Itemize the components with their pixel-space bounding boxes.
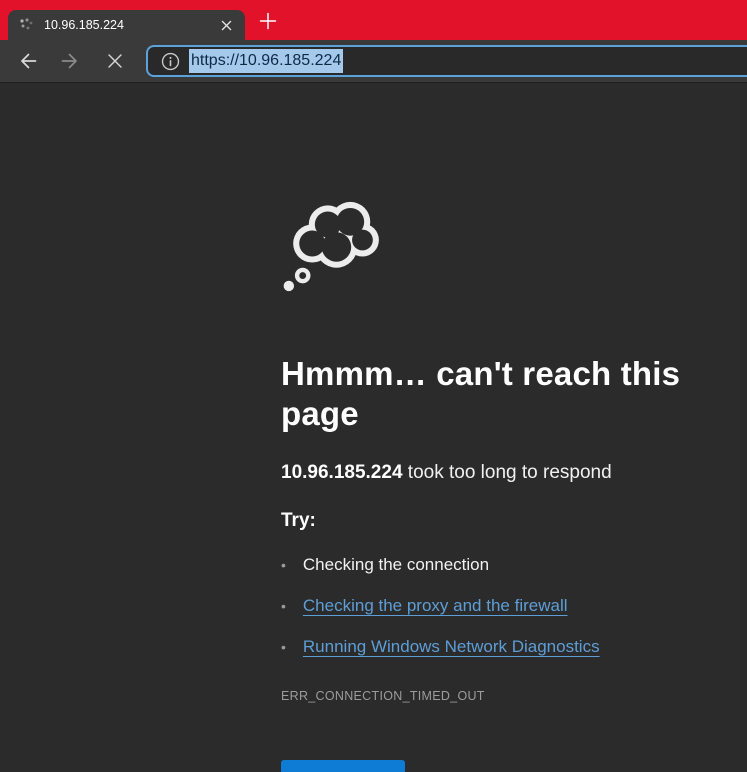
thought-bubble-icon: [281, 195, 385, 292]
refresh-button[interactable]: Refresh: [281, 760, 405, 772]
back-button[interactable]: [10, 44, 44, 78]
proxy-firewall-link[interactable]: Checking the proxy and the firewall: [303, 596, 568, 616]
plus-icon: [259, 12, 277, 30]
bullet-icon: •: [281, 637, 286, 657]
suggestion-text: Checking the connection: [303, 555, 489, 575]
browser-tab[interactable]: 10.96.185.224: [8, 10, 245, 40]
list-item: • Checking the proxy and the firewall: [281, 596, 707, 616]
forward-arrow-icon: [59, 49, 83, 73]
stop-button[interactable]: [98, 44, 132, 78]
new-tab-button[interactable]: [253, 6, 283, 36]
loading-spinner-icon: [18, 17, 34, 33]
browser-window: 10.96.185.224: [0, 0, 747, 772]
url-selected-text: https://10.96.185.224: [189, 49, 343, 73]
error-heading: Hmmm… can't reach this page: [281, 354, 707, 434]
info-icon: [160, 51, 181, 72]
try-label: Try:: [281, 509, 707, 533]
error-message: 10.96.185.224 took too long to respond: [281, 461, 707, 485]
bullet-icon: •: [281, 555, 286, 575]
error-page-content: Hmmm… can't reach this page 10.96.185.22…: [0, 83, 747, 772]
network-diagnostics-link[interactable]: Running Windows Network Diagnostics: [303, 637, 600, 657]
stop-x-icon: [104, 50, 126, 72]
list-item: • Running Windows Network Diagnostics: [281, 637, 707, 657]
tab-close-icon[interactable]: [215, 14, 237, 36]
address-bar[interactable]: https://10.96.185.224: [146, 45, 747, 77]
navigation-toolbar: https://10.96.185.224: [0, 40, 747, 82]
forward-button[interactable]: [54, 44, 88, 78]
list-item: • Checking the connection: [281, 555, 707, 575]
error-message-rest: took too long to respond: [403, 462, 612, 483]
error-code: ERR_CONNECTION_TIMED_OUT: [281, 689, 707, 703]
back-arrow-icon: [15, 49, 39, 73]
tab-strip: 10.96.185.224: [0, 0, 747, 40]
bullet-icon: •: [281, 596, 286, 616]
tab-title: 10.96.185.224: [44, 18, 215, 32]
url-input[interactable]: https://10.96.185.224: [189, 52, 343, 70]
error-host: 10.96.185.224: [281, 462, 403, 483]
site-info-button[interactable]: [157, 48, 183, 74]
suggestion-list: • Checking the connection • Checking the…: [281, 555, 707, 657]
